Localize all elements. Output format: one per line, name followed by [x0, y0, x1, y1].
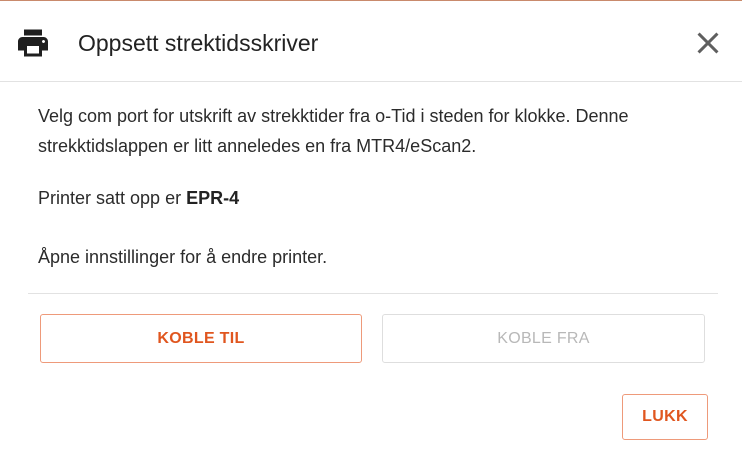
printer-setup-dialog: Oppsett strektidsskriver Velg com port f… — [0, 0, 742, 454]
connect-button[interactable]: KOBLE TIL — [40, 314, 362, 363]
dialog-title: Oppsett strektidsskriver — [78, 30, 319, 56]
description-text: Velg com port for utskrift av strekktide… — [38, 106, 629, 156]
printer-name: EPR-4 — [186, 188, 240, 208]
disconnect-button[interactable]: KOBLE FRA — [382, 314, 705, 363]
dialog-content: Velg com port for utskrift av strekktide… — [38, 101, 728, 161]
printer-status-prefix: Printer satt opp er — [38, 188, 187, 208]
dialog-header: Oppsett strektidsskriver — [0, 1, 742, 82]
printer-status-line: Printer satt opp er EPR-4 — [38, 183, 239, 213]
content-divider — [28, 293, 718, 294]
printer-icon — [18, 29, 48, 57]
close-dialog-button[interactable]: LUKK — [622, 394, 708, 440]
close-icon[interactable] — [690, 25, 726, 61]
settings-hint-text: Åpne innstillinger for å endre printer. — [38, 247, 328, 267]
